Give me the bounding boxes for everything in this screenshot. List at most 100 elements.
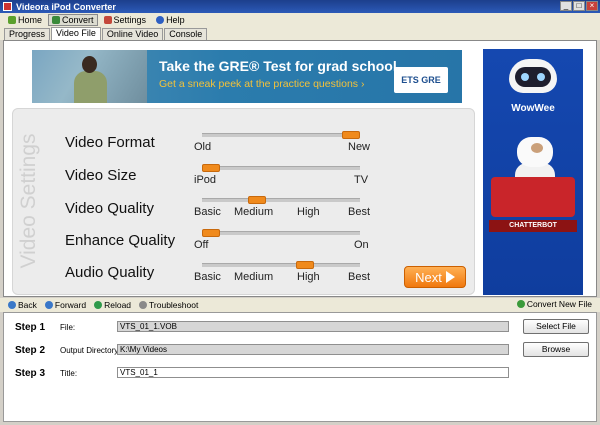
next-button[interactable]: Next	[404, 266, 466, 288]
app-icon	[3, 2, 12, 11]
next-button-label: Next	[415, 269, 442, 285]
tick-ipod: iPod	[194, 174, 217, 186]
file-label: File:	[60, 323, 76, 332]
tick-medium: Medium	[234, 271, 274, 283]
step-3-label: Step 3	[15, 368, 46, 379]
ets-gre-logo: ETS GRE	[394, 67, 448, 93]
minimize-button[interactable]: _	[560, 1, 572, 11]
tick-high: High	[297, 271, 320, 283]
tab-bar: Progress Video File Online Video Console	[0, 27, 600, 40]
slider-video-size[interactable]	[202, 164, 360, 172]
slider-thumb[interactable]	[202, 164, 220, 172]
menu-label: Home	[18, 15, 43, 25]
tick-high: High	[297, 206, 320, 218]
reload-icon	[94, 301, 103, 309]
wrench-icon	[139, 301, 148, 309]
tab-console[interactable]: Console	[164, 28, 208, 40]
troubleshoot-label: Troubleshoot	[149, 300, 199, 310]
convert-new-icon	[516, 300, 525, 308]
browse-button[interactable]: Browse	[523, 342, 589, 357]
student-illustration	[72, 56, 107, 103]
video-settings-panel: Video Settings Video Format Old New Vide…	[12, 108, 475, 295]
tick-medium: Medium	[234, 206, 274, 218]
convert-new-file-button[interactable]: Convert New File	[516, 299, 592, 309]
tick-tv: TV	[354, 174, 369, 186]
file-field[interactable]: VTS_01_1.VOB	[117, 321, 509, 332]
tick-old: Old	[194, 141, 212, 153]
tick-best: Best	[348, 271, 371, 283]
menu-settings[interactable]: Settings	[100, 14, 151, 26]
main-content: Take the GRE® Test for grad school. Get …	[3, 40, 597, 297]
ad-side-brand: WowWee	[511, 103, 555, 114]
tick-basic: Basic	[194, 271, 221, 283]
maximize-button[interactable]: □	[573, 1, 585, 11]
output-dir-field[interactable]: K:\My Videos	[117, 344, 509, 355]
menu-home[interactable]: Home	[4, 14, 46, 26]
slider-video-format[interactable]	[202, 131, 360, 139]
label-video-quality: Video Quality	[65, 200, 154, 217]
arrow-right-icon	[445, 271, 455, 283]
window-title: Videora iPod Converter	[16, 1, 116, 12]
tick-off: Off	[194, 239, 209, 251]
reload-button[interactable]: Reload	[94, 300, 131, 310]
close-button[interactable]: ×	[586, 1, 598, 11]
label-video-format: Video Format	[65, 134, 155, 151]
title-bar: Videora iPod Converter _ □ ×	[0, 0, 600, 13]
slider-thumb[interactable]	[248, 196, 267, 204]
slider-enhance-quality[interactable]	[202, 229, 360, 237]
back-icon	[8, 301, 16, 309]
tab-online-video[interactable]: Online Video	[101, 28, 164, 40]
slider-video-quality[interactable]	[202, 196, 360, 204]
ad-headline: Take the GRE® Test for grad school.	[159, 58, 401, 74]
reload-label: Reload	[104, 300, 132, 310]
nav-toolbar: Back Forward Reload Troubleshoot Convert…	[0, 298, 600, 312]
slider-thumb[interactable]	[342, 131, 360, 139]
menu-label: Help	[166, 15, 185, 25]
ad-subline: Get a sneak peek at the practice questio…	[159, 78, 365, 90]
convert-icon	[52, 16, 61, 24]
step-1-label: Step 1	[15, 322, 46, 333]
basket-illustration	[491, 177, 575, 217]
slider-thumb[interactable]	[202, 229, 220, 237]
ad-banner-side[interactable]: WowWee CHATTERBOT	[483, 49, 583, 295]
tick-new: New	[348, 141, 371, 153]
step-2-label: Step 2	[15, 345, 46, 356]
robot-icon	[509, 59, 557, 99]
back-button[interactable]: Back	[8, 300, 37, 310]
menu-help[interactable]: Help	[152, 14, 189, 26]
label-enhance-quality: Enhance Quality	[65, 232, 176, 249]
menu-bar: Home Convert Settings Help	[0, 13, 600, 27]
panel-title-text: Video Settings	[17, 133, 40, 269]
title-label: Title:	[60, 369, 78, 378]
forward-button[interactable]: Forward	[44, 300, 87, 310]
tab-video-file[interactable]: Video File	[51, 27, 101, 40]
help-icon	[156, 16, 165, 24]
ad-banner-top[interactable]: Take the GRE® Test for grad school. Get …	[32, 50, 462, 103]
convert-new-label: Convert New File	[526, 299, 592, 309]
forward-label: Forward	[54, 300, 87, 310]
panel-title: Video Settings	[15, 111, 41, 291]
label-video-size: Video Size	[65, 167, 137, 184]
troubleshoot-button[interactable]: Troubleshoot	[139, 300, 198, 310]
tab-progress[interactable]: Progress	[4, 28, 51, 40]
label-audio-quality: Audio Quality	[65, 264, 155, 281]
ad-side-product: CHATTERBOT	[489, 220, 577, 232]
select-file-button[interactable]: Select File	[523, 319, 589, 334]
menu-label: Convert	[62, 15, 94, 25]
steps-panel: Step 1 File: VTS_01_1.VOB Select File St…	[3, 312, 597, 422]
back-label: Back	[18, 300, 37, 310]
forward-icon	[44, 301, 53, 309]
menu-convert[interactable]: Convert	[48, 14, 98, 26]
ad-photo	[32, 50, 147, 103]
home-icon	[8, 16, 16, 24]
output-dir-label: Output Directory:	[60, 346, 121, 355]
tick-best: Best	[348, 206, 371, 218]
menu-label: Settings	[113, 15, 147, 25]
tick-basic: Basic	[194, 206, 221, 218]
slider-audio-quality[interactable]	[202, 261, 360, 269]
tick-on: On	[354, 239, 369, 251]
slider-thumb[interactable]	[295, 261, 314, 269]
window-controls: _ □ ×	[560, 1, 598, 11]
settings-icon	[103, 16, 112, 24]
title-field[interactable]: VTS_01_1	[117, 367, 509, 378]
